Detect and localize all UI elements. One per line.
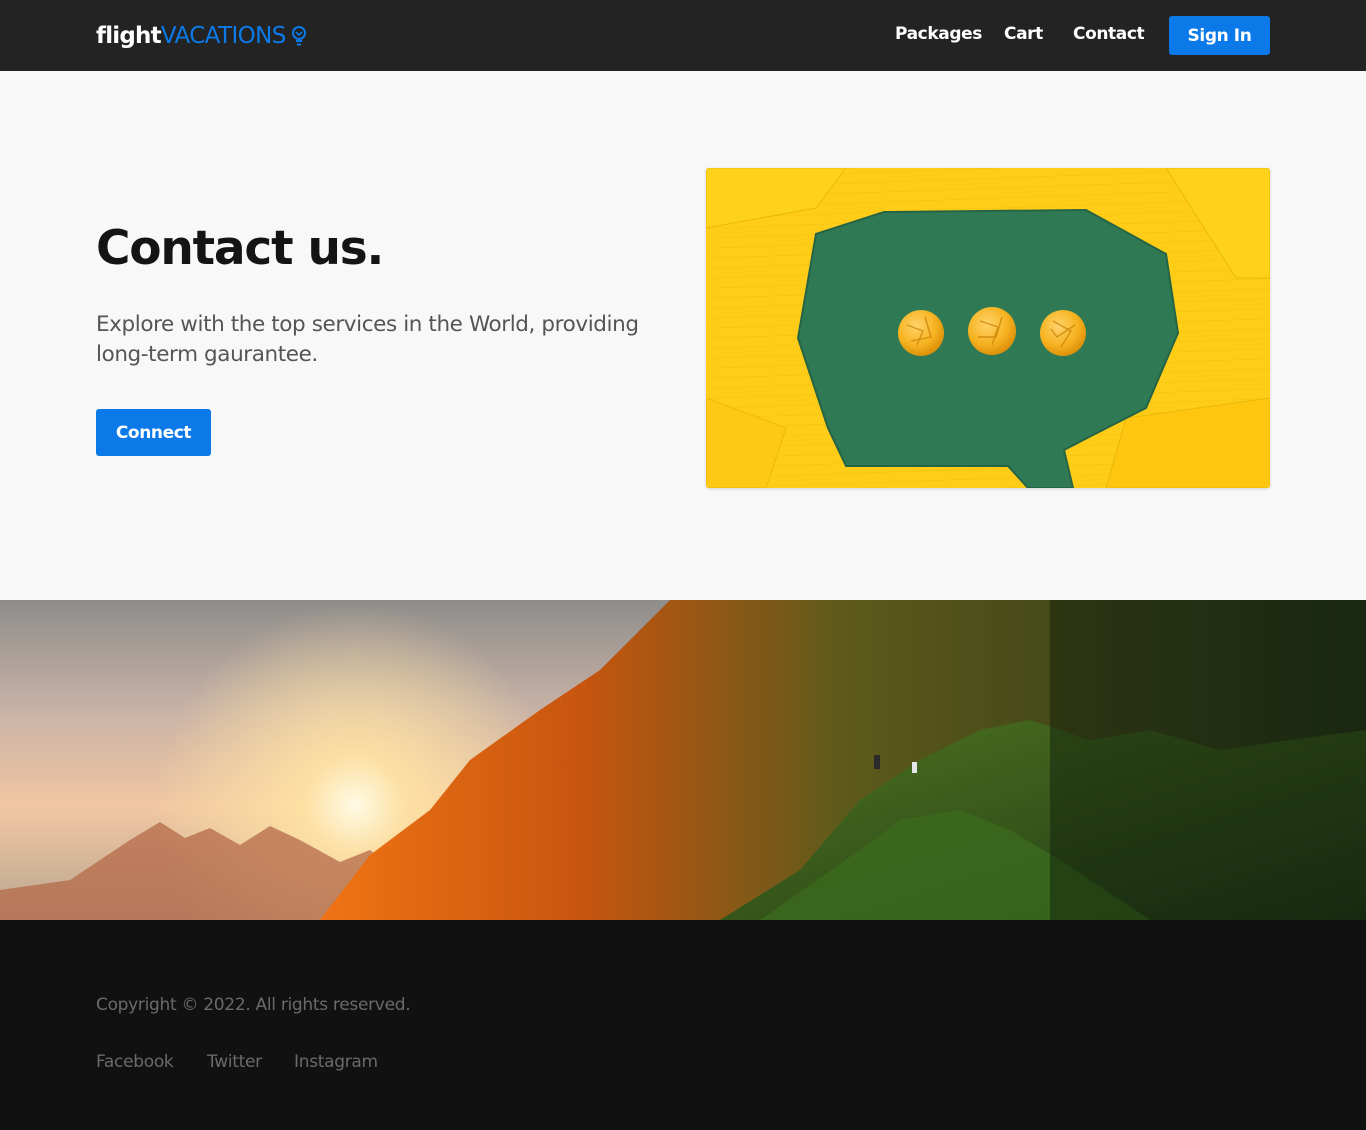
nav-link-packages[interactable]: Packages [895,24,982,44]
social-link-twitter[interactable]: Twitter [207,1052,262,1072]
hero-description: Explore with the top services in the Wor… [96,312,639,367]
connect-button[interactable]: Connect [96,409,211,456]
social-link-facebook[interactable]: Facebook [96,1052,174,1072]
footer: Copyright © 2022. All rights reserved. F… [0,920,1366,1130]
brand-name-part1: flight [96,23,162,49]
sign-in-button[interactable]: Sign In [1169,16,1270,55]
hero-section: Contact us. Explore with the top service… [0,71,1366,600]
brand-name-part2: VACATIONS [160,23,287,49]
brand-logo[interactable]: flight VACATIONS [96,20,307,52]
nav-link-contact[interactable]: Contact [1073,24,1145,44]
nav-link-cart[interactable]: Cart [1004,24,1043,44]
copyright-text: Copyright © 2022. All rights reserved. [96,995,411,1015]
speech-bubble-image [706,168,1270,488]
bulb-icon [291,25,307,47]
mountain-banner-image [0,600,1366,920]
navbar: flight VACATIONS Packages Cart Contact S… [0,0,1366,71]
social-link-instagram[interactable]: Instagram [294,1052,378,1072]
page-title: Contact us. [96,221,384,276]
